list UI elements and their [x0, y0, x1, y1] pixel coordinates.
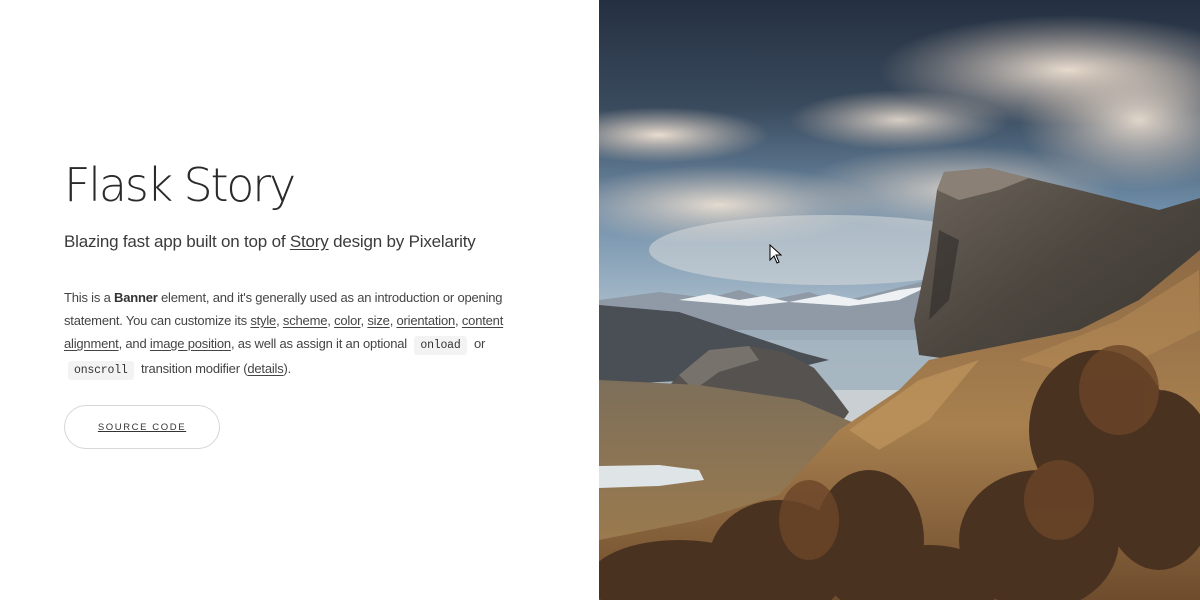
paragraph-text: This is a [64, 290, 115, 305]
banner-content: Flask Story Blazing fast app built on to… [0, 0, 599, 600]
onscroll-code: onscroll [68, 361, 134, 380]
paragraph-separator: , [276, 313, 283, 328]
landscape-photo [599, 0, 1200, 600]
source-code-button[interactable]: SOURCE CODE [64, 405, 220, 449]
orientation-link[interactable]: orientation [397, 313, 456, 328]
details-link[interactable]: details [247, 361, 283, 376]
banner-image [599, 0, 1200, 600]
subtitle: Blazing fast app built on top of Story d… [64, 232, 476, 252]
paragraph-strong: Banner [114, 290, 158, 305]
image-position-link[interactable]: image position [150, 336, 231, 351]
page-title: Flask Story [64, 158, 296, 212]
paragraph-separator: , [389, 313, 397, 328]
subtitle-text-before: Blazing fast app built on top of [64, 232, 290, 251]
banner: Flask Story Blazing fast app built on to… [0, 0, 1200, 600]
paragraph-text: , and [118, 336, 150, 351]
color-link[interactable]: color [334, 313, 361, 328]
scheme-link[interactable]: scheme [283, 313, 328, 328]
story-link[interactable]: Story [290, 232, 329, 251]
mouse-pointer-icon [769, 244, 783, 264]
paragraph-text: , as well as assign it an optional [230, 336, 411, 351]
size-link[interactable]: size [367, 313, 390, 328]
paragraph-text: transition modifier ( [137, 361, 248, 376]
paragraph-separator: , [455, 313, 462, 328]
onload-code: onload [414, 336, 467, 355]
subtitle-text-after: design by Pixelarity [328, 232, 476, 251]
paragraph-text: ). [283, 361, 292, 376]
paragraph-text: or [470, 336, 486, 351]
intro-paragraph: This is a Banner element, and it's gener… [64, 286, 524, 382]
style-link[interactable]: style [250, 313, 276, 328]
